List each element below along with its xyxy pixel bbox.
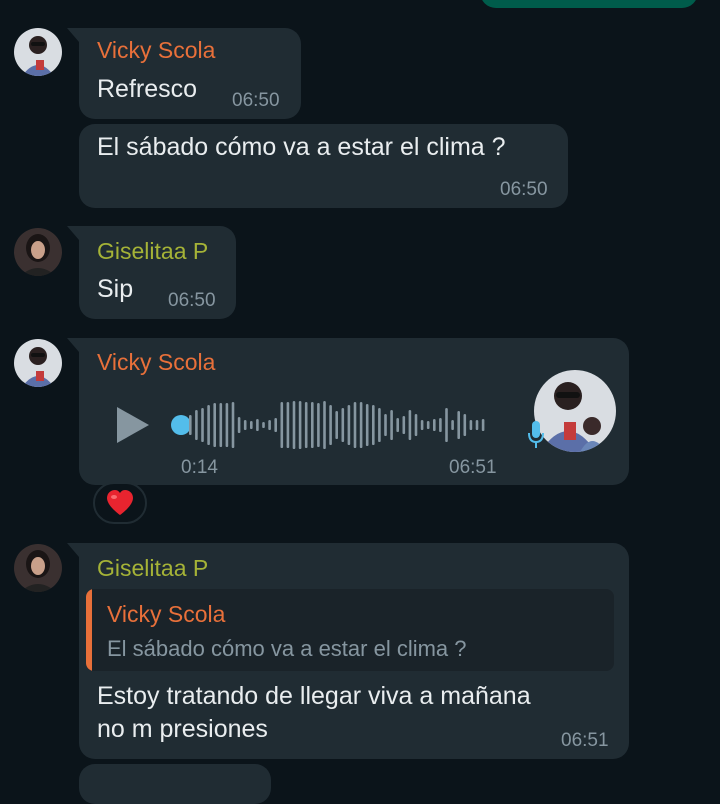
quoted-text: El sábado cómo va a estar el clima ? (107, 636, 467, 661)
waveform-bar (439, 418, 442, 432)
waveform-bar (274, 418, 277, 432)
message-time: 06:51 (449, 457, 497, 478)
sender-name[interactable]: Vicky Scola (97, 37, 215, 64)
waveform-bar (402, 416, 406, 434)
waveform-bar (426, 421, 430, 429)
waveform-bar (378, 408, 381, 442)
waveform-bar (243, 420, 247, 430)
waveform-bar (317, 403, 320, 447)
avatar-giselita-image (14, 544, 62, 592)
message-bubble[interactable]: Giselitaa P Sip 06:50 (67, 226, 236, 319)
sender-name[interactable]: Giselitaa P (97, 238, 208, 265)
waveform-bar (286, 402, 290, 448)
message-bubble[interactable]: Vicky Scola Refresco 06:50 (67, 28, 301, 119)
message-bubble-partial[interactable] (79, 764, 271, 804)
waveform-bar (207, 405, 210, 445)
waveform-bar (250, 421, 253, 429)
message-text: El sábado cómo va a estar el clima ? (97, 133, 506, 161)
message-time: 06:50 (232, 90, 280, 111)
waveform-bar (219, 403, 223, 447)
waveform-bar (280, 402, 284, 448)
avatar-vicky[interactable] (14, 339, 62, 387)
quoted-message[interactable]: Vicky Scola El sábado cómo va a estar el… (86, 589, 614, 671)
voice-sender-avatar-image (534, 370, 616, 452)
waveform-bar (396, 418, 399, 432)
waveform-bar (384, 414, 387, 436)
waveform-bar (256, 419, 259, 431)
message-text: Refresco (97, 75, 198, 103)
outgoing-message-bubble[interactable] (480, 0, 698, 8)
avatar-giselita[interactable] (14, 544, 62, 592)
waveform-bar (298, 401, 302, 449)
waveform-bar (201, 408, 204, 442)
waveform-bar (475, 420, 479, 430)
waveform-bar (353, 402, 357, 448)
waveform-bar (481, 419, 485, 431)
sender-name[interactable]: Giselitaa P (97, 555, 208, 582)
waveform-bar (445, 408, 448, 442)
waveform-bar (347, 405, 351, 445)
waveform-bar (268, 420, 271, 430)
quote-accent-bar (86, 589, 92, 671)
message-time: 06:50 (500, 179, 548, 200)
waveform-bar (292, 401, 296, 449)
play-button[interactable] (113, 404, 153, 446)
heart-icon (107, 490, 133, 515)
waveform-bar (231, 402, 235, 448)
waveform-bar (304, 402, 308, 448)
waveform-bar (365, 404, 369, 446)
waveform-bar (433, 419, 436, 431)
voice-duration: 0:14 (181, 457, 218, 478)
avatar-vicky-image (14, 28, 62, 76)
message-bubble[interactable]: Giselitaa P Vicky Scola El sábado cómo v… (67, 543, 629, 759)
reaction-badge[interactable] (93, 482, 147, 524)
waveform-bar (195, 410, 198, 440)
microphone-icon-svg (528, 421, 544, 448)
waveform-bar (262, 422, 265, 428)
voice-waveform[interactable] (189, 400, 499, 450)
quoted-sender-name: Vicky Scola (107, 601, 226, 627)
voice-progress-dot[interactable] (171, 415, 191, 435)
waveform-bar (329, 405, 332, 445)
waveform-bar (341, 408, 345, 442)
waveform-bar (323, 401, 326, 449)
voice-sender-avatar (534, 370, 616, 452)
play-icon (117, 407, 149, 443)
waveform-bar (213, 403, 216, 447)
sender-name[interactable]: Vicky Scola (97, 349, 215, 376)
waveform-bar (335, 411, 338, 439)
waveform-bar (359, 402, 363, 448)
waveform-bar (469, 420, 473, 430)
waveform-bar (189, 415, 192, 435)
avatar-vicky[interactable] (14, 28, 62, 76)
message-bubble[interactable]: El sábado cómo va a estar el clima ? 06:… (79, 124, 568, 208)
message-time: 06:51 (561, 730, 609, 751)
waveform-bar (408, 410, 412, 440)
avatar-giselita-image (14, 228, 62, 276)
waveform-bar (390, 410, 393, 440)
message-text-line-1: Estoy tratando de llegar viva a mañana (97, 682, 531, 710)
avatar-giselita[interactable] (14, 228, 62, 276)
waveform-bar (237, 417, 241, 433)
message-time: 06:50 (168, 290, 216, 311)
waveform-bar (451, 420, 454, 430)
microphone-icon (527, 420, 545, 450)
waveform-bar (463, 414, 467, 436)
waveform-bar (225, 403, 229, 447)
waveform-bar (457, 411, 460, 439)
voice-message-bubble[interactable]: Vicky Scola 0:14 06:51 (67, 338, 629, 485)
avatar-vicky-image (14, 339, 62, 387)
waveform-bar (414, 414, 418, 436)
waveform-bar (311, 402, 314, 448)
waveform-bar (372, 405, 375, 445)
message-text-line-2: no m presiones (97, 715, 268, 743)
message-text: Sip (97, 275, 134, 303)
waveform-bar (420, 420, 424, 430)
